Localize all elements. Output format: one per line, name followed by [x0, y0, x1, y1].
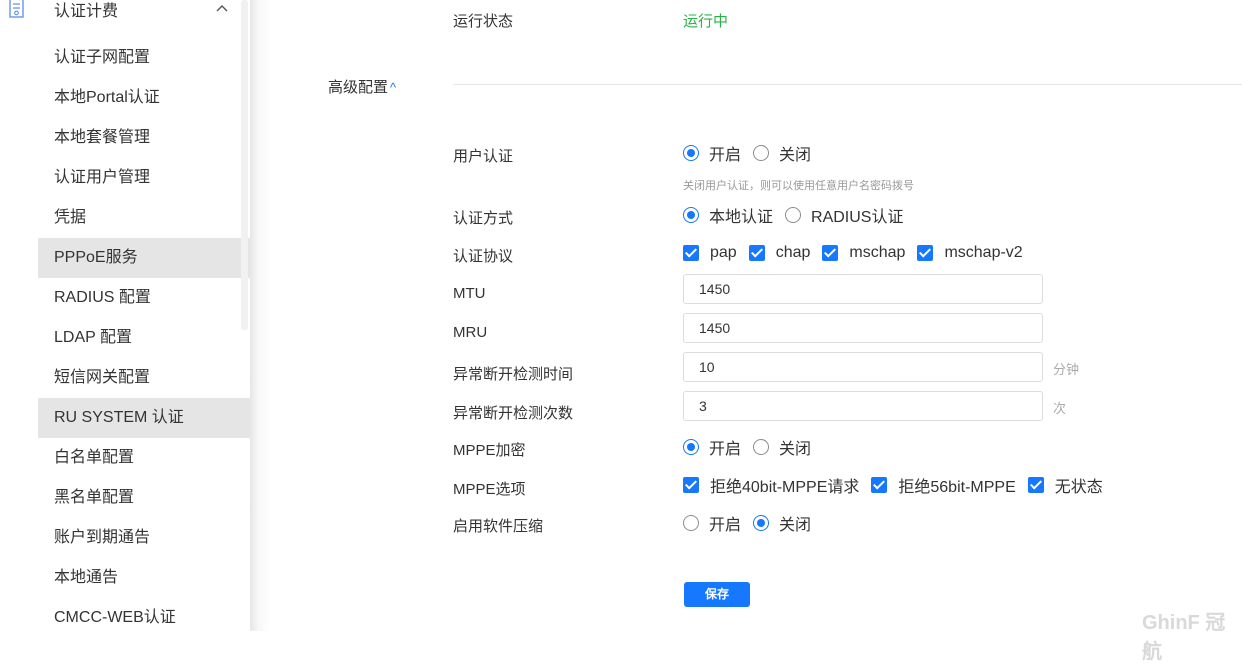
auth-method-local-radio[interactable] [683, 207, 699, 223]
mschap-checkbox[interactable] [822, 245, 839, 261]
sidebar: 认证计费 认证子网配置 本地Portal认证 本地套餐管理 认证用户管理 凭据 … [0, 0, 250, 631]
checkbox-label: 拒绝56bit-MPPE [898, 479, 1016, 496]
checkbox-label: mschap [849, 244, 906, 261]
compression-label: 启用软件压缩 [453, 518, 544, 535]
sidebar-item-label: LDAP 配置 [54, 329, 132, 346]
run-status-label: 运行状态 [453, 13, 514, 30]
sidebar-item-cmcc-web[interactable]: CMCC-WEB认证 [38, 598, 250, 638]
sidebar-item-sms-gateway[interactable]: 短信网关配置 [38, 358, 250, 398]
sidebar-item-credentials[interactable]: 凭据 [38, 198, 250, 238]
mru-input[interactable]: 1450 [683, 313, 1043, 343]
caret-up-icon: ^ [390, 80, 397, 95]
sidebar-item-local-portal[interactable]: 本地Portal认证 [38, 78, 250, 118]
chap-checkbox[interactable] [748, 245, 765, 261]
radio-label: 关闭 [779, 517, 812, 534]
save-button[interactable]: 保存 [684, 582, 750, 607]
stateless-checkbox[interactable] [1027, 477, 1044, 493]
sidebar-item-expiry-notice[interactable]: 账户到期通告 [38, 518, 250, 558]
sidebar-item-label: 短信网关配置 [54, 369, 151, 386]
auth-protocol-checkboxes: pap chap mschap mschap-v2 [683, 242, 1035, 264]
sidebar-item-label: 白名单配置 [54, 449, 135, 466]
detect-count-label: 异常断开检测次数 [453, 405, 574, 422]
radio-label: 开启 [709, 147, 742, 164]
sidebar-divider [250, 0, 270, 631]
advanced-config-title: 高级配置 [328, 79, 389, 96]
sidebar-item-label: 本地通告 [54, 569, 119, 586]
user-auth-hint: 关闭用户认证，则可以使用任意用户名密码拨号 [683, 180, 914, 192]
radio-label: 开启 [709, 441, 742, 458]
user-auth-on-radio[interactable] [683, 145, 699, 161]
sidebar-item-label: 黑名单配置 [54, 489, 135, 506]
sidebar-item-whitelist[interactable]: 白名单配置 [38, 438, 250, 478]
sidebar-item-blacklist[interactable]: 黑名单配置 [38, 478, 250, 518]
radio-label: 关闭 [779, 441, 812, 458]
sidebar-item-label: RADIUS 配置 [54, 289, 151, 306]
checkbox-label: pap [710, 244, 737, 261]
user-auth-off-radio[interactable] [753, 145, 770, 161]
compression-on-radio[interactable] [683, 515, 699, 531]
sidebar-scrollbar[interactable] [241, 0, 248, 330]
sidebar-item-auth-users[interactable]: 认证用户管理 [38, 158, 250, 198]
watermark-logo: GhinF 冠航 [1142, 612, 1226, 663]
document-icon [9, 0, 24, 18]
sidebar-group-header[interactable]: 认证计费 [0, 0, 250, 22]
detect-count-unit: 次 [1053, 401, 1067, 416]
sidebar-item-subnet[interactable]: 认证子网配置 [38, 38, 250, 78]
sidebar-group-title: 认证计费 [54, 3, 119, 20]
checkbox-label: chap [775, 244, 811, 261]
auth-protocol-label: 认证协议 [453, 248, 514, 265]
checkbox-label: mschap-v2 [944, 244, 1023, 261]
auth-method-label: 认证方式 [453, 210, 514, 227]
auth-method-radio-group: 本地认证 RADIUS认证 [683, 204, 915, 226]
sidebar-item-local-package[interactable]: 本地套餐管理 [38, 118, 250, 158]
sidebar-item-ldap[interactable]: LDAP 配置 [38, 318, 250, 358]
user-auth-label: 用户认证 [453, 148, 514, 165]
radio-label: 开启 [709, 517, 742, 534]
mppe-encrypt-on-radio[interactable] [683, 439, 699, 455]
mru-label: MRU [453, 324, 488, 341]
advanced-config-toggle[interactable]: 高级配置 ^ [328, 76, 396, 97]
sidebar-item-pppoe[interactable]: PPPoE服务 [38, 238, 250, 278]
sidebar-item-local-notice[interactable]: 本地通告 [38, 558, 250, 598]
mtu-input[interactable]: 1450 [683, 274, 1043, 304]
detect-time-input[interactable]: 10 [683, 352, 1043, 382]
radio-label: 本地认证 [709, 209, 774, 226]
sidebar-item-label: 认证用户管理 [54, 169, 151, 186]
sidebar-item-label: RU SYSTEM 认证 [54, 409, 184, 426]
compression-radio-group: 开启 关闭 [683, 512, 823, 534]
sidebar-item-label: 凭据 [54, 209, 87, 226]
pap-checkbox[interactable] [683, 245, 699, 261]
reject-56bit-checkbox[interactable] [871, 477, 888, 493]
mppe-encrypt-label: MPPE加密 [453, 442, 526, 459]
reject-40bit-checkbox[interactable] [683, 477, 699, 493]
mppe-options-label: MPPE选项 [453, 481, 526, 498]
chevron-up-icon[interactable] [214, 0, 230, 16]
detect-count-input[interactable]: 3 [683, 391, 1043, 421]
mppe-options-checkboxes: 拒绝40bit-MPPE请求 拒绝56bit-MPPE 无状态 [683, 474, 1115, 496]
sidebar-item-ru-system[interactable]: RU SYSTEM 认证 [38, 398, 250, 438]
detect-time-label: 异常断开检测时间 [453, 366, 574, 383]
mtu-label: MTU [453, 285, 486, 302]
sidebar-item-label: 账户到期通告 [54, 529, 151, 546]
mppe-encrypt-off-radio[interactable] [753, 439, 770, 455]
mschap-v2-checkbox[interactable] [917, 245, 934, 261]
radio-label: RADIUS认证 [811, 209, 904, 226]
run-status-value: 运行中 [683, 13, 729, 30]
sidebar-item-label: 认证子网配置 [54, 49, 151, 66]
sidebar-item-label: PPPoE服务 [54, 249, 138, 266]
mppe-encrypt-radio-group: 开启 关闭 [683, 436, 823, 458]
user-auth-radio-group: 开启 关闭 [683, 142, 823, 164]
sidebar-item-label: CMCC-WEB认证 [54, 609, 176, 626]
sidebar-item-radius[interactable]: RADIUS 配置 [38, 278, 250, 318]
section-divider [453, 84, 1242, 85]
radio-label: 关闭 [779, 147, 812, 164]
sidebar-item-label: 本地套餐管理 [54, 129, 151, 146]
sidebar-item-label: 本地Portal认证 [54, 89, 160, 106]
compression-off-radio[interactable] [753, 515, 770, 531]
auth-method-radius-radio[interactable] [785, 207, 802, 223]
checkbox-label: 无状态 [1054, 479, 1103, 496]
detect-time-unit: 分钟 [1053, 362, 1080, 377]
checkbox-label: 拒绝40bit-MPPE请求 [710, 479, 860, 496]
